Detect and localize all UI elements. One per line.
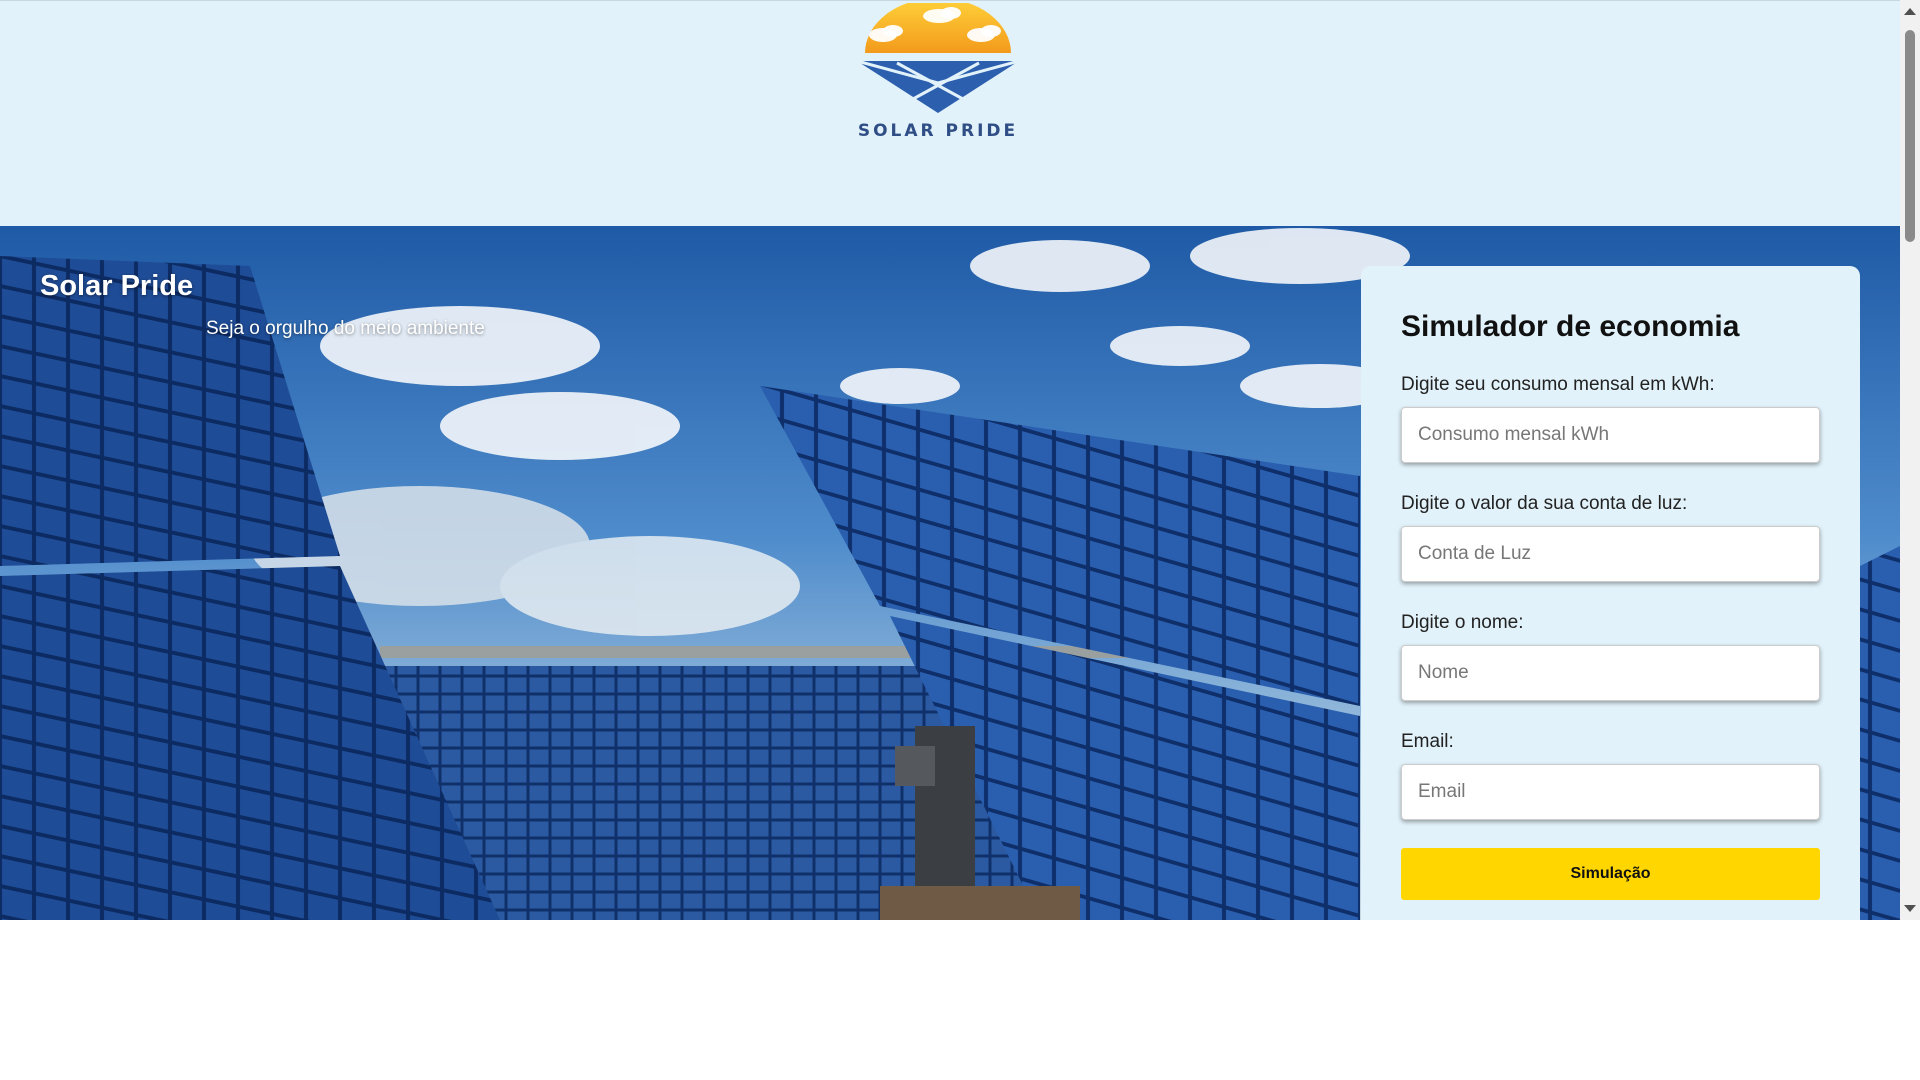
vertical-scrollbar[interactable] [1900, 0, 1920, 920]
hero-title: Solar Pride [40, 270, 194, 302]
consumption-input[interactable] [1401, 407, 1820, 463]
savings-simulator-form: Simulador de economia Digite seu consumo… [1361, 266, 1860, 920]
consumption-label: Digite seu consumo mensal em kWh: [1401, 374, 1715, 395]
scroll-down-arrow-icon[interactable] [1904, 905, 1916, 912]
site-header: SOLAR PRIDE [0, 0, 1900, 227]
email-input[interactable] [1401, 764, 1820, 820]
solar-pride-logo-icon [856, 0, 1020, 113]
email-label: Email: [1401, 731, 1454, 752]
logo[interactable]: SOLAR PRIDE [853, 0, 1023, 151]
hero-subtitle: Seja o orgulho do meio ambiente [206, 318, 485, 339]
simulator-title: Simulador de economia [1401, 310, 1740, 343]
name-input[interactable] [1401, 645, 1820, 701]
name-label: Digite o nome: [1401, 612, 1524, 633]
scroll-up-arrow-icon[interactable] [1904, 8, 1916, 15]
electricity-bill-input[interactable] [1401, 526, 1820, 582]
page-viewport: SOLAR PRIDE Solar Pride Seja o orgulho d… [0, 0, 1900, 920]
scrollbar-thumb[interactable] [1905, 30, 1915, 242]
logo-text: SOLAR PRIDE [857, 121, 1019, 141]
electricity-bill-label: Digite o valor da sua conta de luz: [1401, 493, 1688, 514]
simulate-button[interactable]: Simulação [1401, 848, 1820, 900]
hero-section: Solar Pride Seja o orgulho do meio ambie… [0, 226, 1900, 920]
